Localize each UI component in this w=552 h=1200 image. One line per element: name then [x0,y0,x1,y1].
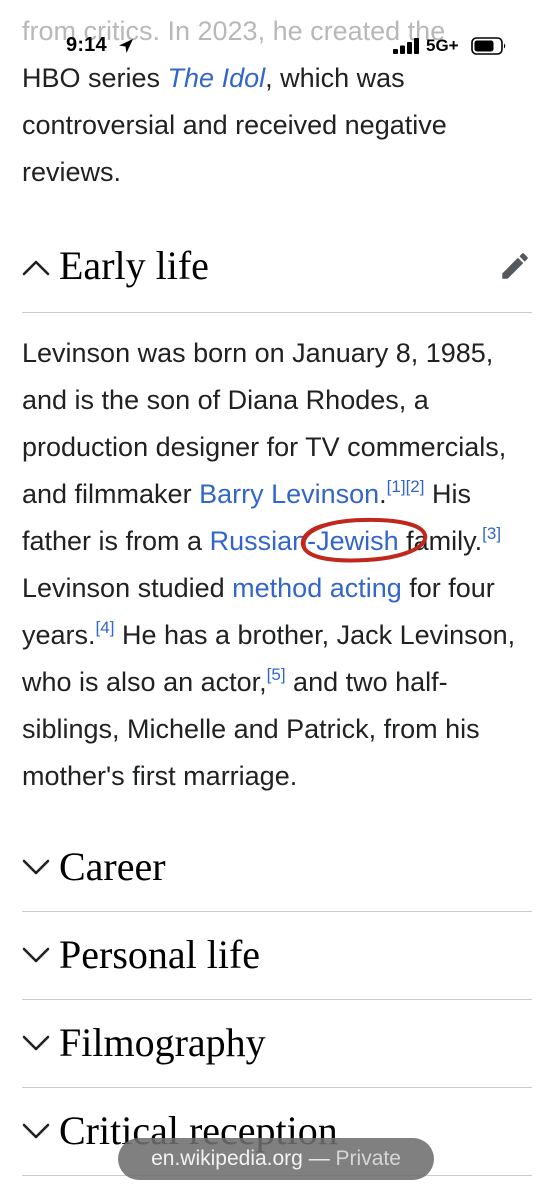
chevron-down-icon [22,859,50,875]
reference-2-link[interactable]: [2] [406,477,425,496]
intro-text-before-link: HBO series [22,63,168,93]
early-life-paragraph: Levinson was born on January 8, 1985, an… [22,330,537,800]
chevron-down-icon [22,947,50,963]
early-life-text-4: family. [398,526,483,556]
section-heading-career[interactable]: Career [22,823,532,912]
reference-1-link[interactable]: [1] [387,477,406,496]
section-heading-early-life[interactable]: Early life [22,224,532,313]
reference-3-link[interactable]: [3] [482,524,501,543]
section-title-early-life: Early life [59,243,209,288]
intro-line-4: reviews. [22,157,122,187]
russian-jewish-link[interactable]: Russian-Jewish [210,526,399,556]
browser-url-bar[interactable]: en.wikipedia.org — Private [118,1138,434,1180]
location-arrow-icon [119,39,133,53]
barry-levinson-link[interactable]: Barry Levinson [199,479,379,509]
battery-icon [471,37,506,55]
section-heading-personal-life[interactable]: Personal life [22,911,532,1000]
reference-4-link[interactable]: [4] [96,618,115,637]
the-idol-link[interactable]: The Idol [168,63,266,93]
status-bar: 9:14 5G+ [0,0,552,58]
early-life-text-5: Levinson studied [22,573,233,603]
section-title-filmography: Filmography [59,1020,266,1065]
status-time: 9:14 [66,34,107,56]
section-title-personal-life: Personal life [59,932,261,977]
early-life-text-2: . [379,479,387,509]
method-acting-link[interactable]: method acting [232,573,402,603]
section-title-career: Career [59,844,166,889]
section-heading-filmography[interactable]: Filmography [22,999,532,1088]
intro-line-3: controversial and received negative [22,110,447,140]
reference-5-link[interactable]: [5] [267,665,286,684]
chevron-down-icon [22,1123,50,1139]
chevron-up-icon [22,260,50,276]
cellular-signal-icon [393,38,419,54]
intro-line-2: HBO series The Idol, which was [22,55,532,102]
url-separator: — [302,1147,336,1170]
private-mode-label: Private [335,1147,401,1170]
network-type-label: 5G+ [426,36,459,55]
intro-text-after-link: , which was [265,63,405,93]
edit-pencil-icon[interactable] [498,249,532,283]
url-domain: en.wikipedia.org [151,1147,303,1170]
chevron-down-icon [22,1035,50,1051]
